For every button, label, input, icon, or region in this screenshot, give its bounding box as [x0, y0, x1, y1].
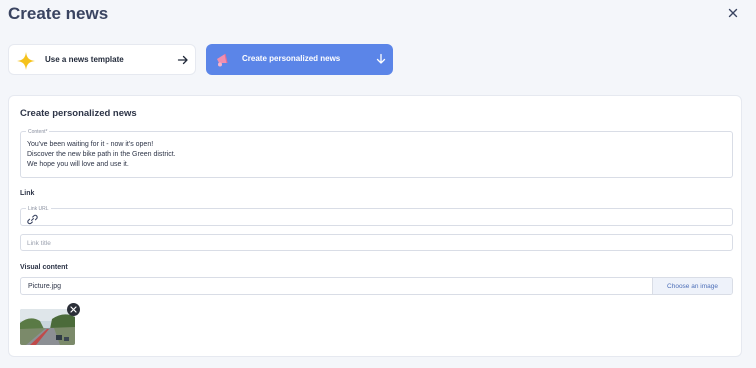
arrow-right-icon — [177, 54, 189, 66]
link-title-placeholder: Link title — [27, 240, 51, 247]
create-personalized-option[interactable]: Create personalized news — [206, 44, 393, 75]
content-textarea[interactable]: Content* You've been waiting for it - no… — [20, 129, 733, 178]
choose-image-button[interactable]: Choose an image — [652, 278, 732, 294]
link-section-label: Link — [20, 190, 35, 197]
image-file-field[interactable]: Picture.jpg Choose an image — [20, 277, 733, 295]
form-title: Create personalized news — [20, 108, 137, 119]
use-template-label: Use a news template — [45, 55, 124, 64]
file-name: Picture.jpg — [28, 283, 62, 290]
page-title: Create news — [8, 4, 109, 23]
close-icon[interactable] — [726, 6, 740, 20]
link-title-input[interactable]: Link title — [20, 234, 733, 251]
arrow-down-icon — [375, 53, 387, 65]
close-circle-icon — [70, 306, 77, 313]
create-personalized-label: Create personalized news — [242, 54, 341, 63]
use-template-option[interactable]: Use a news template — [8, 44, 196, 75]
news-form-card: Create personalized news Content* You've… — [8, 95, 742, 357]
link-url-input[interactable]: Link URL — [20, 206, 733, 226]
content-line: You've been waiting for it - now it's op… — [27, 141, 154, 148]
link-icon — [27, 212, 38, 225]
content-text: You've been waiting for it - now it's op… — [27, 140, 176, 170]
megaphone-icon — [214, 51, 232, 69]
sparkle-icon — [17, 52, 35, 70]
remove-image-button[interactable] — [67, 303, 80, 316]
content-line: We hope you will love and use it. — [27, 161, 129, 168]
content-legend: Content* — [26, 129, 50, 135]
content-line: Discover the new bike path in the Green … — [27, 151, 176, 158]
image-thumbnail — [20, 309, 75, 345]
visual-content-label: Visual content — [20, 264, 68, 271]
